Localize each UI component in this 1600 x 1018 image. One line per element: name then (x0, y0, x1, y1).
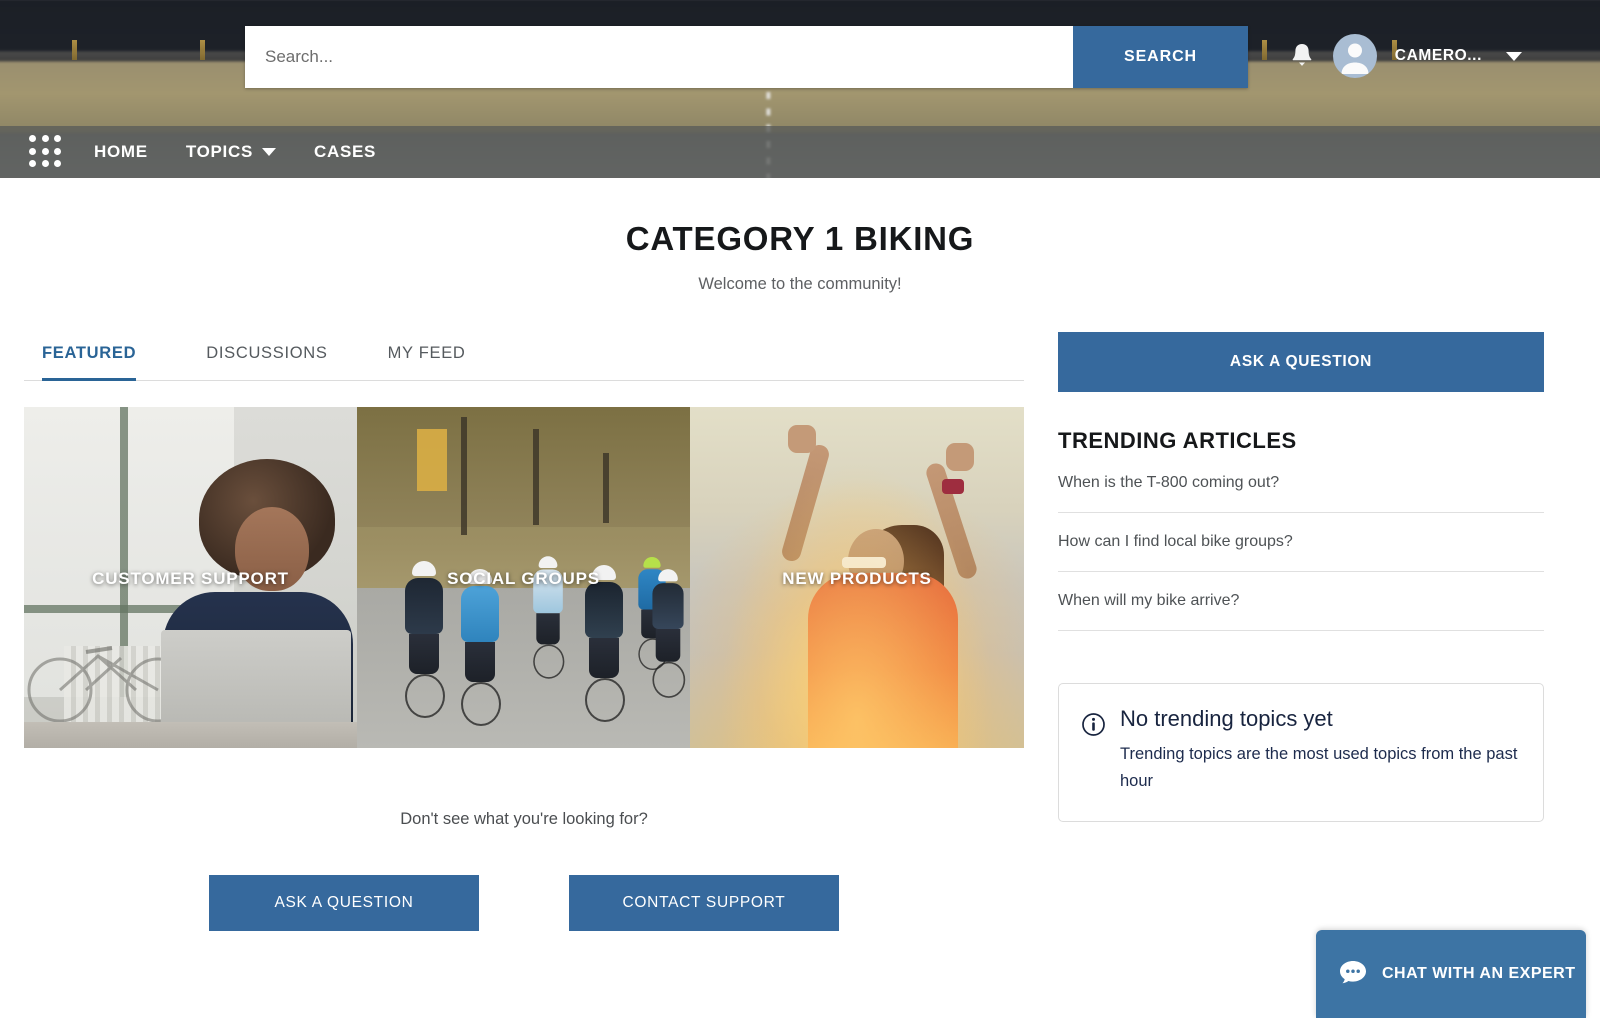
page-content: FEATURED DISCUSSIONS MY FEED CUSTOMER SU… (0, 332, 1600, 931)
cta-buttons: ASK A QUESTION CONTACT SUPPORT (24, 875, 1024, 931)
main-navigation: HOME TOPICS CASES (0, 126, 1600, 178)
user-name-label[interactable]: CAMERO... (1395, 47, 1482, 65)
featured-card-new-products[interactable]: NEW PRODUCTS (690, 407, 1024, 748)
caret-down-icon[interactable] (1506, 51, 1522, 61)
page-title: CATEGORY 1 BIKING (625, 220, 975, 257)
nav-item-cases-label: CASES (314, 142, 377, 161)
header-right-actions: CAMERO... (1289, 34, 1522, 78)
no-trending-topics-body: Trending topics are the most used topics… (1120, 745, 1518, 791)
cta-note: Don't see what you're looking for? (400, 810, 648, 828)
featured-card-social-groups-label: SOCIAL GROUPS (447, 569, 600, 588)
trending-articles-heading: TRENDING ARTICLES (1058, 428, 1297, 453)
featured-card-customer-support-label: CUSTOMER SUPPORT (92, 569, 289, 588)
tab-my-feed[interactable]: MY FEED (388, 332, 466, 381)
featured-card-new-products-label: NEW PRODUCTS (782, 569, 932, 588)
tab-discussions[interactable]: DISCUSSIONS (206, 332, 327, 381)
chat-with-an-expert-widget[interactable]: CHAT WITH AN EXPERT (1316, 930, 1586, 1018)
search-button[interactable]: SEARCH (1073, 26, 1248, 88)
nav-item-home-label: HOME (94, 142, 148, 161)
trending-article-item[interactable]: When will my bike arrive? (1058, 572, 1544, 631)
chevron-down-icon (262, 148, 276, 156)
sidebar: ASK A QUESTION TRENDING ARTICLES When is… (1058, 332, 1544, 931)
nav-item-home[interactable]: HOME (94, 142, 148, 162)
tab-bar: FEATURED DISCUSSIONS MY FEED (24, 332, 1024, 381)
contact-support-button[interactable]: CONTACT SUPPORT (569, 875, 839, 931)
search-input[interactable] (245, 26, 1073, 88)
avatar[interactable] (1332, 34, 1377, 78)
no-trending-topics-panel: No trending topics yet Trending topics a… (1058, 683, 1544, 822)
nav-item-topics[interactable]: TOPICS (186, 142, 276, 162)
featured-card-social-groups[interactable]: SOCIAL GROUPS (357, 407, 690, 748)
no-trending-topics-title: No trending topics yet (1120, 706, 1333, 731)
sidebar-ask-a-question-button[interactable]: ASK A QUESTION (1058, 332, 1544, 392)
info-circle-icon (1081, 712, 1106, 795)
page-header: CATEGORY 1 BIKING Welcome to the communi… (0, 178, 1600, 294)
chat-with-an-expert-label: CHAT WITH AN EXPERT (1382, 965, 1576, 982)
featured-cards: CUSTOMER SUPPORT SOCIAL GROUPS NEW PRODU… (24, 407, 1024, 748)
tab-featured[interactable]: FEATURED (42, 332, 137, 381)
page-subtitle: Welcome to the community! (698, 275, 902, 293)
nav-item-topics-label: TOPICS (185, 142, 253, 161)
ask-a-question-button[interactable]: ASK A QUESTION (209, 875, 479, 931)
bell-icon[interactable] (1289, 41, 1315, 71)
app-launcher-waffle-icon[interactable] (29, 135, 63, 169)
main-column: FEATURED DISCUSSIONS MY FEED CUSTOMER SU… (24, 332, 1024, 931)
trending-article-item[interactable]: How can I find local bike groups? (1058, 513, 1544, 572)
chat-bubble-icon (1338, 959, 1368, 990)
search-bar[interactable]: SEARCH (245, 26, 1248, 88)
hero-banner: SEARCH CAMERO... HOME TOPICS (0, 0, 1600, 178)
featured-card-customer-support[interactable]: CUSTOMER SUPPORT (24, 407, 357, 748)
nav-item-cases[interactable]: CASES (314, 142, 376, 162)
trending-article-item[interactable]: When is the T-800 coming out? (1058, 454, 1544, 513)
